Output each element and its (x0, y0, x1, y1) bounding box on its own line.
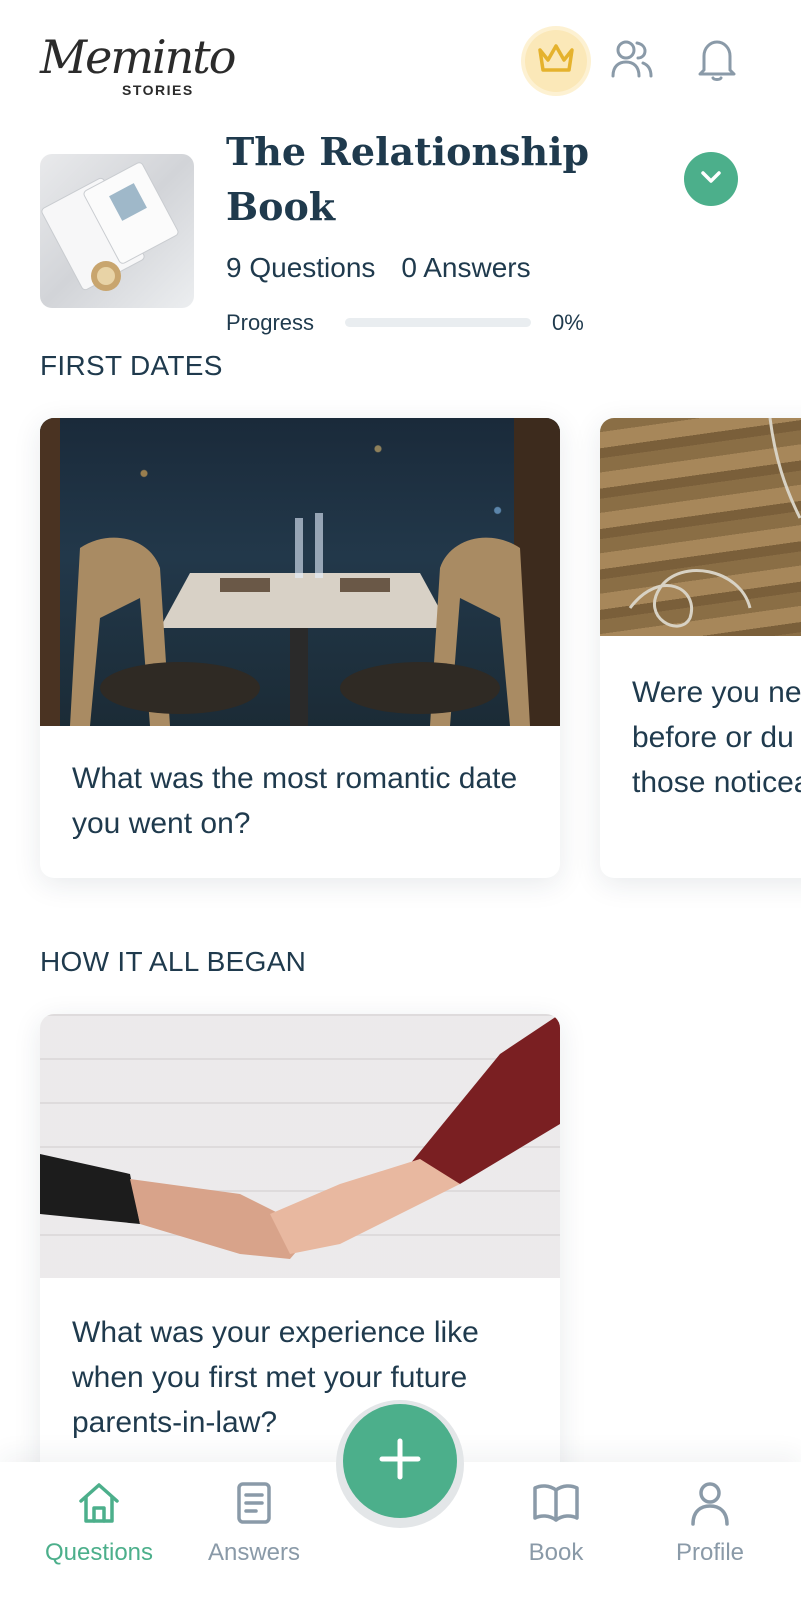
progress-bar (345, 318, 531, 327)
section-title-first-dates: FIRST DATES (40, 350, 223, 381)
users-icon (609, 36, 655, 87)
card-image (40, 418, 560, 726)
section-title-how-it-all-began: HOW IT ALL BEGAN (40, 946, 307, 977)
question-card[interactable]: What was the most romantic date you went… (40, 418, 560, 878)
nav-item-profile[interactable]: Profile (640, 1480, 780, 1567)
add-button[interactable] (343, 1404, 457, 1518)
question-card[interactable]: Were you ne before or du Were those noti… (600, 418, 801, 878)
home-icon (76, 1483, 122, 1532)
logo-sub-text: STORIES (122, 82, 194, 98)
chevron-down-icon (699, 169, 723, 190)
nav-item-answers[interactable]: Answers (184, 1480, 324, 1567)
book-title: The Relationship Book (226, 129, 590, 229)
nav-label-answers: Answers (207, 1539, 301, 1566)
progress-label: Progress (226, 310, 315, 335)
nav-label-profile: Profile (675, 1539, 745, 1566)
card-question-text: What was your experience like when you f… (72, 1316, 479, 1439)
nav-label-book: Book (528, 1539, 584, 1566)
book-stats: 9 Questions 0 Answers (226, 252, 531, 284)
crown-icon (536, 42, 576, 81)
book-icon (531, 1484, 581, 1532)
card-image (600, 418, 801, 636)
nav-label-questions: Questions (44, 1539, 154, 1566)
card-image (40, 1014, 560, 1278)
plus-icon (378, 1437, 422, 1486)
book-dropdown-button[interactable] (684, 152, 738, 206)
bell-icon (696, 36, 738, 87)
premium-button[interactable] (525, 30, 587, 92)
card-question-text: Were you ne before or du Were those noti… (632, 676, 801, 799)
book-cover-image (40, 154, 194, 308)
question-card[interactable]: What was your experience like when you f… (40, 1014, 560, 1484)
user-icon (687, 1482, 733, 1532)
app-logo: Meminto STORIES (40, 22, 236, 102)
card-question-text: What was the most romantic date you went… (72, 762, 518, 840)
notifications-button[interactable] (692, 36, 742, 86)
nav-item-questions[interactable]: Questions (29, 1480, 169, 1567)
document-icon (231, 1482, 277, 1532)
questions-count: 9 Questions (226, 252, 376, 283)
nav-item-book[interactable]: Book (486, 1480, 626, 1567)
progress-percent: 0% (552, 310, 584, 335)
answers-count: 0 Answers (401, 252, 531, 283)
users-button[interactable] (607, 36, 657, 86)
